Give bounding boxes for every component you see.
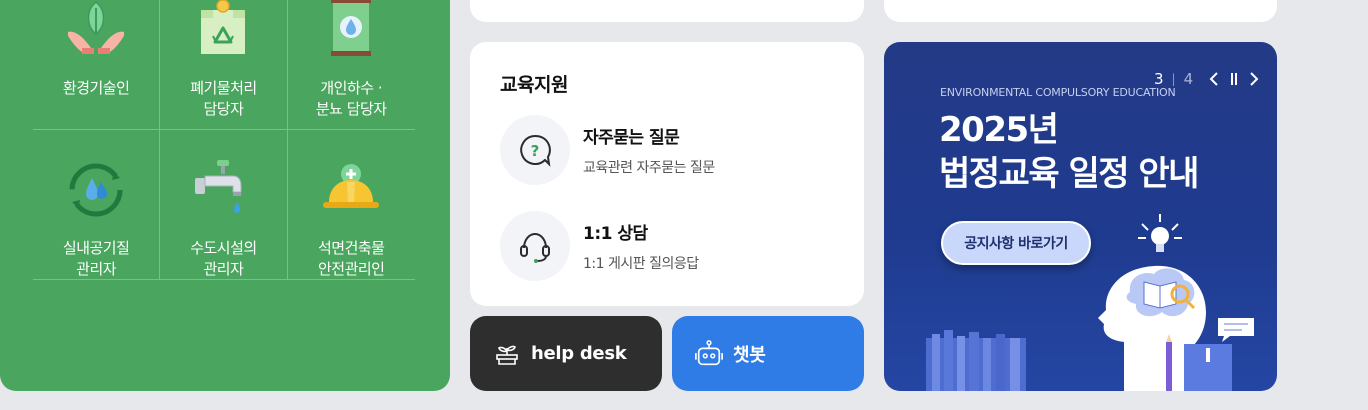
top-card-stub (470, 0, 864, 22)
category-label: 환경기술인 (62, 79, 130, 97)
category-row: 실내공기질 관리자 수도시설의 관리자 석면건축물 안전관리인 (33, 130, 415, 280)
robot-icon (694, 339, 724, 369)
chatbot-label: 챗봇 (733, 344, 766, 366)
faq-link[interactable]: ? 자주묻는 질문 교육관련 자주묻는 질문 (500, 115, 834, 185)
banner-title: 2025년 법정교육 일정 안내 (939, 110, 1199, 194)
pause-icon[interactable] (1227, 70, 1241, 88)
question-bubble-icon: ? (500, 115, 570, 185)
air-cycle-icon (64, 158, 128, 222)
category-grid: 환경기술인 폐기물처리 담당자 개인하수 · 분뇨 담당자 실내공기질 관리자 … (33, 0, 415, 280)
pager-total: 4 (1183, 70, 1194, 88)
category-indoor-air-manager[interactable]: 실내공기질 관리자 (33, 130, 161, 279)
banner-pager: 3 | 4 (1154, 70, 1261, 88)
banner-eyebrow: ENVIRONMENTAL COMPULSORY EDUCATION (940, 86, 1176, 99)
next-arrow-icon[interactable] (1247, 70, 1261, 88)
notice-shortcut-button[interactable]: 공지사항 바로가기 (941, 221, 1091, 265)
top-card-stub (884, 0, 1277, 22)
faq-desc: 교육관련 자주묻는 질문 (583, 160, 715, 176)
notice-banner[interactable]: ENVIRONMENTAL COMPULSORY EDUCATION 2025년… (884, 42, 1277, 391)
category-label: 폐기물처리 담당자 (190, 79, 257, 118)
consultation-title: 1:1 상담 (583, 224, 648, 244)
safety-helmet-icon (319, 158, 383, 222)
category-label: 실내공기질 관리자 (62, 239, 130, 278)
education-support-card: 교육지원 ? 자주묻는 질문 교육관련 자주묻는 질문 1:1 상담 1:1 게… (470, 42, 864, 306)
chatbot-button[interactable]: 챗봇 (672, 316, 864, 391)
category-label: 수도시설의 관리자 (190, 239, 257, 278)
prev-arrow-icon[interactable] (1207, 70, 1221, 88)
category-row: 환경기술인 폐기물처리 담당자 개인하수 · 분뇨 담당자 (33, 0, 415, 130)
faucet-icon (191, 158, 255, 222)
pager-current: 3 (1154, 70, 1164, 88)
sprout-icon (492, 339, 522, 369)
category-asbestos-manager[interactable]: 석면건축물 안전관리인 (288, 130, 415, 279)
education-title: 교육지원 (500, 74, 568, 96)
category-waste-manager[interactable]: 폐기물처리 담당자 (160, 0, 288, 129)
category-label: 개인하수 · 분뇨 담당자 (315, 79, 387, 118)
help-desk-button[interactable]: help desk (470, 316, 662, 391)
consultation-desc: 1:1 게시판 질의응답 (583, 256, 699, 272)
category-sewage-manager[interactable]: 개인하수 · 분뇨 담당자 (288, 0, 415, 129)
category-environmental-engineer[interactable]: 환경기술인 (33, 0, 161, 129)
headset-icon (500, 211, 570, 281)
water-tank-icon (319, 0, 383, 60)
recycle-bag-icon (191, 0, 255, 60)
svg-text:?: ? (531, 142, 540, 160)
category-label: 석면건축물 안전관리인 (317, 239, 385, 278)
consultation-link[interactable]: 1:1 상담 1:1 게시판 질의응답 (500, 211, 834, 281)
plant-hands-icon (64, 0, 128, 60)
faq-title: 자주묻는 질문 (583, 128, 680, 148)
category-water-facility-manager[interactable]: 수도시설의 관리자 (160, 130, 288, 279)
help-desk-label: help desk (531, 343, 627, 364)
category-panel: 환경기술인 폐기물처리 담당자 개인하수 · 분뇨 담당자 실내공기질 관리자 … (0, 0, 450, 391)
pager-separator: | (1171, 72, 1176, 86)
